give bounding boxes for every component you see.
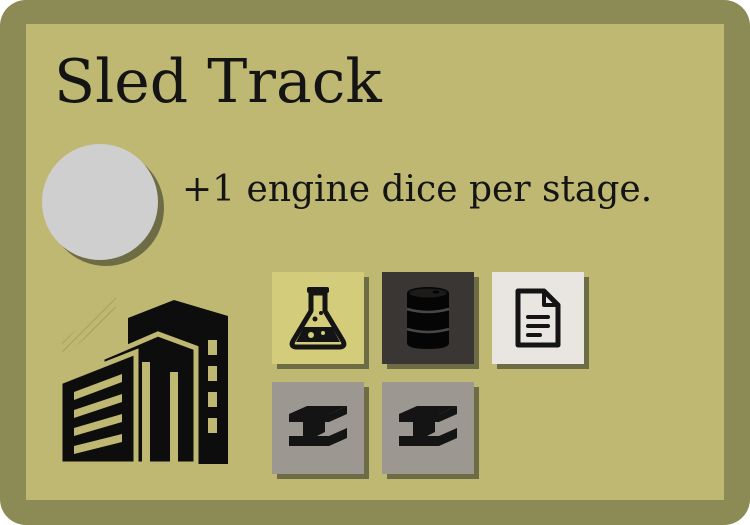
card-title: Sled Track bbox=[54, 47, 382, 117]
building-card: Sled Track +1 engine dice per stage. bbox=[0, 0, 750, 525]
oil-barrel-icon bbox=[406, 287, 450, 349]
card-effect-text: +1 engine dice per stage. bbox=[182, 169, 653, 210]
steel-beam-icon bbox=[289, 406, 347, 446]
resource-tile-flask bbox=[272, 272, 369, 369]
cost-circle bbox=[42, 144, 158, 260]
resource-tile-document bbox=[492, 272, 589, 369]
office-building-icon bbox=[58, 296, 228, 467]
flask-icon bbox=[289, 287, 347, 350]
document-icon bbox=[515, 288, 561, 348]
resource-tile-steel-1 bbox=[272, 382, 369, 479]
resource-tile-oil bbox=[382, 272, 479, 369]
resource-tile-steel-2 bbox=[382, 382, 479, 479]
steel-beam-icon bbox=[399, 406, 457, 446]
